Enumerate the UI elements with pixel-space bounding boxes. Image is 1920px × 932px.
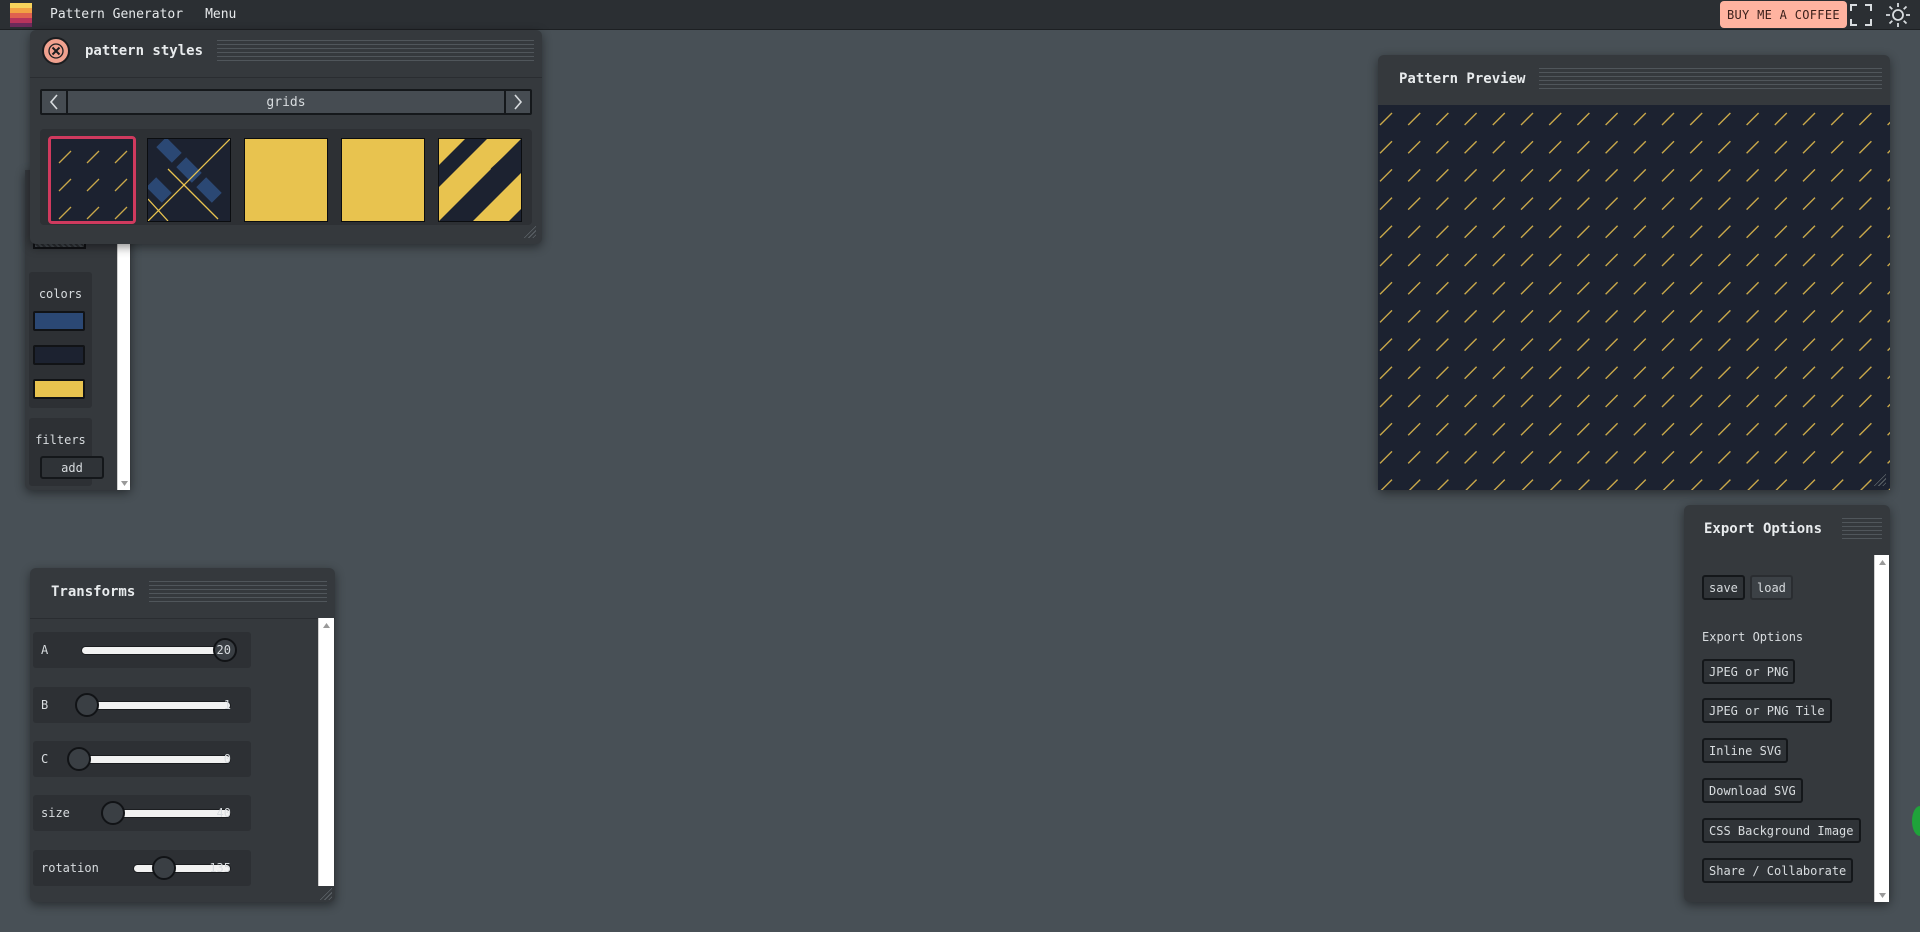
- menu-button[interactable]: Menu: [205, 7, 236, 22]
- scroll-down-icon[interactable]: [118, 478, 130, 488]
- slider-row-b: B 1: [33, 687, 251, 723]
- slider-label: rotation: [41, 861, 99, 875]
- slider-thumb[interactable]: [152, 856, 176, 880]
- slider-value: 20: [216, 643, 231, 657]
- transforms-scrollbar[interactable]: [318, 618, 334, 886]
- scroll-down-icon[interactable]: [1875, 890, 1889, 900]
- sidebar-scrollbar[interactable]: [117, 240, 130, 490]
- slider-track[interactable]: [71, 755, 231, 764]
- color-swatch-2[interactable]: [33, 345, 85, 365]
- scroll-up-icon[interactable]: [319, 620, 334, 630]
- slider-track[interactable]: [81, 646, 231, 655]
- panel-drag-handle[interactable]: [1539, 68, 1882, 90]
- pattern-tile-3[interactable]: [244, 138, 328, 222]
- pattern-tile-1[interactable]: [48, 136, 136, 224]
- pattern-tile-4[interactable]: [341, 138, 425, 222]
- load-button[interactable]: load: [1750, 575, 1793, 600]
- category-label: grids: [266, 94, 306, 110]
- colors-label: colors: [38, 287, 83, 301]
- pattern-preview-title: Pattern Preview: [1399, 71, 1526, 87]
- slider-value: 0: [223, 752, 231, 766]
- close-icon[interactable]: [42, 37, 70, 65]
- export-scrollbar[interactable]: [1874, 555, 1889, 902]
- add-filter-button[interactable]: add: [40, 456, 104, 479]
- slider-label: B: [41, 698, 49, 712]
- slider-track[interactable]: [81, 701, 231, 710]
- panel-drag-handle[interactable]: [149, 581, 327, 603]
- sun-icon[interactable]: [1885, 2, 1911, 28]
- panel-drag-handle[interactable]: [1842, 518, 1882, 540]
- export-download-svg-button[interactable]: Download SVG: [1702, 778, 1803, 803]
- save-button[interactable]: save: [1702, 575, 1745, 600]
- slider-thumb[interactable]: [67, 747, 91, 771]
- export-options-label: Export Options: [1702, 630, 1804, 644]
- chevron-right-icon[interactable]: [504, 91, 530, 113]
- slider-row-rotation: rotation 135: [33, 850, 251, 886]
- pattern-tile-2[interactable]: [147, 138, 231, 222]
- category-selector: grids: [40, 89, 532, 115]
- slider-label: C: [41, 752, 49, 766]
- slider-label: A: [41, 643, 49, 657]
- share-collaborate-button[interactable]: Share / Collaborate: [1702, 858, 1854, 883]
- top-bar: Pattern Generator Menu: [0, 0, 1920, 30]
- floating-indicator[interactable]: [1912, 806, 1920, 836]
- slider-row-size: size 40: [33, 795, 251, 831]
- preview-background: [1378, 105, 1890, 490]
- transforms-title: Transforms: [51, 584, 136, 600]
- panel-drag-handle[interactable]: [217, 40, 534, 62]
- buy-coffee-button[interactable]: BUY ME A COFFEE: [1720, 1, 1847, 28]
- slider-value: 1: [223, 698, 231, 712]
- chevron-left-icon[interactable]: [42, 91, 68, 113]
- slider-row-a: A 20: [33, 632, 251, 668]
- export-css-background-button[interactable]: CSS Background Image: [1702, 818, 1861, 843]
- export-inline-svg-button[interactable]: Inline SVG: [1702, 738, 1789, 763]
- color-swatch-1[interactable]: [33, 311, 85, 331]
- slider-label: size: [41, 806, 70, 820]
- fullscreen-icon[interactable]: [1848, 2, 1874, 28]
- filters-label: filters: [35, 433, 86, 447]
- export-options-title: Export Options: [1704, 521, 1823, 537]
- slider-thumb[interactable]: [101, 801, 125, 825]
- export-jpeg-png-tile-button[interactable]: JPEG or PNG Tile: [1702, 698, 1832, 723]
- pattern-tile-5[interactable]: [438, 138, 522, 222]
- slider-row-c: C 0: [33, 741, 251, 777]
- export-jpeg-png-button[interactable]: JPEG or PNG: [1702, 659, 1796, 684]
- scroll-up-icon[interactable]: [1875, 557, 1889, 567]
- slider-value: 135: [209, 861, 231, 875]
- slider-value: 40: [216, 806, 231, 820]
- slider-thumb[interactable]: [75, 693, 99, 717]
- pattern-preview-canvas: [1378, 105, 1890, 490]
- pattern-styles-title: pattern styles: [85, 43, 204, 59]
- app-logo-icon: [8, 2, 34, 28]
- app-title: Pattern Generator: [50, 7, 184, 22]
- color-swatch-3[interactable]: [33, 379, 85, 399]
